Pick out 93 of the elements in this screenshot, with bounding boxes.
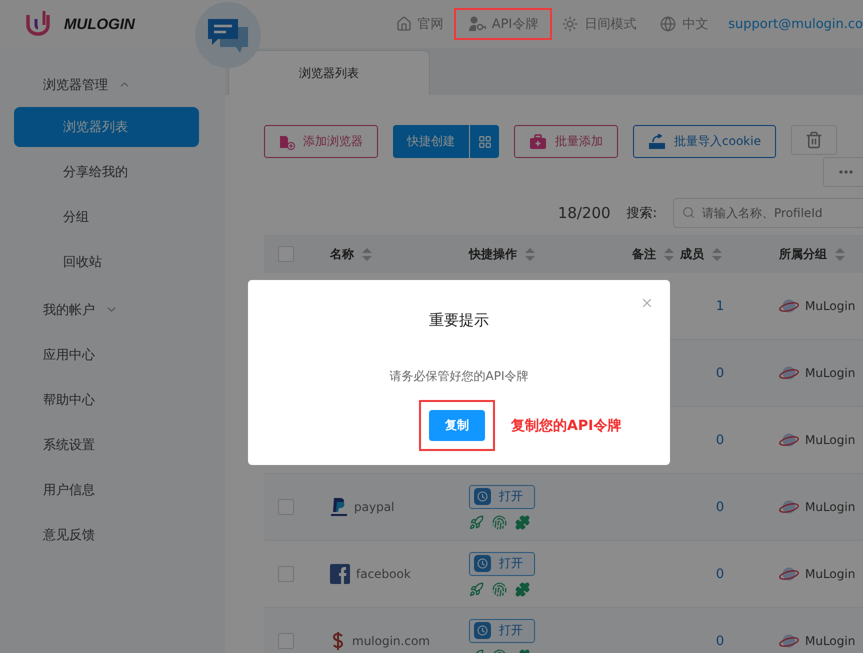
open-button[interactable]: 打开	[469, 552, 535, 576]
row-checkbox[interactable]	[278, 499, 294, 515]
dialog-title: 重要提示	[429, 311, 489, 330]
upload-box-icon	[648, 134, 666, 150]
grid-icon	[478, 134, 492, 148]
home-icon	[396, 16, 412, 32]
group-name: MuLogin	[805, 299, 856, 313]
nav-link[interactable]: 中文	[652, 9, 716, 39]
sidebar-item[interactable]: 浏览器管理	[0, 62, 225, 107]
copy-button[interactable]: 复制	[429, 410, 485, 441]
column-header: 快捷操作	[469, 246, 517, 262]
paypal-logo-icon	[330, 497, 348, 517]
sidebar-subitem[interactable]: 分享给我的	[14, 152, 199, 192]
sidebar-item[interactable]: 用户信息	[0, 467, 225, 512]
fingerprint-icon[interactable]	[492, 514, 507, 530]
sort-icon[interactable]	[835, 248, 845, 260]
sidebar-subitem[interactable]: 分组	[14, 197, 199, 237]
dollar-icon	[330, 631, 346, 651]
search-label: 搜索:	[626, 205, 657, 222]
member-count: 0	[714, 432, 726, 448]
sun-icon	[562, 16, 578, 32]
sort-icon[interactable]	[664, 248, 674, 260]
email-link[interactable]: support@mulogin.co	[728, 16, 863, 32]
profile-name: mulogin.com	[352, 634, 430, 648]
sidebar-item[interactable]: 意见反馈	[0, 512, 225, 557]
annotation-text: 复制您的API令牌	[511, 416, 622, 434]
quick-create-button[interactable]: 快捷创建	[393, 125, 469, 158]
tab[interactable]: 浏览器列表	[228, 50, 430, 95]
member-count: 1	[714, 298, 726, 314]
row-checkbox[interactable]	[278, 566, 294, 582]
toolbar-button[interactable]: 添加浏览器	[264, 125, 378, 158]
toolbar-button[interactable]: 批量添加	[514, 125, 618, 158]
column-header: 名称	[330, 246, 354, 262]
delete-button[interactable]	[790, 125, 837, 155]
member-count: 0	[714, 634, 726, 648]
sidebar-item[interactable]: 应用中心	[0, 332, 225, 377]
sort-icon[interactable]	[712, 248, 722, 260]
sidebar-item[interactable]: 我的帐户	[0, 287, 225, 332]
grid-button[interactable]	[469, 125, 499, 158]
puzzle-icon[interactable]	[515, 514, 530, 530]
column-header: 成员	[680, 246, 704, 262]
planet-icon	[779, 431, 799, 449]
close-button[interactable]	[640, 296, 654, 310]
member-count: 0	[714, 366, 726, 380]
more-button[interactable]	[822, 157, 863, 187]
medical-kit-icon	[529, 134, 547, 150]
globe-icon	[660, 16, 676, 32]
clock-icon	[474, 622, 491, 639]
facebook-logo-icon	[330, 564, 350, 584]
column-header: 所属分组	[779, 246, 827, 262]
planet-icon	[779, 297, 799, 315]
trash-icon	[804, 131, 823, 149]
group-name: MuLogin	[805, 500, 856, 514]
sidebar-item[interactable]: 帮助中心	[0, 377, 225, 422]
logo-text: MULOGIN	[64, 16, 135, 32]
planet-icon	[779, 632, 799, 650]
group-name: MuLogin	[805, 567, 856, 581]
profile-name: facebook	[356, 567, 411, 581]
group-name: MuLogin	[805, 433, 856, 447]
clock-icon	[474, 555, 491, 572]
row-checkbox[interactable]	[278, 633, 294, 649]
sidebar-subitem[interactable]: 浏览器列表	[14, 107, 199, 147]
column-header: 备注	[632, 246, 656, 262]
nav-link[interactable]: 官网	[388, 9, 452, 39]
planet-icon	[779, 565, 799, 583]
member-count: 0	[714, 566, 726, 582]
puzzle-icon[interactable]	[515, 582, 530, 596]
toolbar-button[interactable]: 批量导入cookie	[633, 125, 776, 158]
rocket-icon[interactable]	[469, 582, 484, 596]
fingerprint-icon[interactable]	[492, 582, 507, 596]
user-key-icon	[468, 16, 486, 32]
sort-icon[interactable]	[362, 248, 372, 260]
search-icon	[682, 206, 695, 219]
profile-name: paypal	[354, 500, 394, 514]
search-field[interactable]: 请输入名称、ProfileId	[673, 198, 863, 228]
planet-icon	[779, 364, 799, 382]
open-button[interactable]: 打开	[469, 618, 535, 642]
sidebar-item[interactable]: 系统设置	[0, 422, 225, 467]
open-button[interactable]: 打开	[469, 484, 535, 508]
group-name: MuLogin	[805, 366, 856, 380]
dialog-message: 请务必保管好您的API令牌	[390, 368, 528, 385]
sort-icon[interactable]	[525, 248, 535, 260]
group-name: MuLogin	[805, 634, 856, 648]
folder-plus-icon	[279, 134, 295, 150]
profile-count: 18/200	[558, 204, 611, 222]
more-icon	[838, 170, 853, 174]
select-all-checkbox[interactable]	[278, 246, 294, 262]
rocket-icon[interactable]	[469, 514, 484, 530]
member-count: 0	[714, 500, 726, 514]
planet-icon	[779, 498, 799, 516]
clock-icon	[474, 488, 491, 505]
sidebar-subitem[interactable]: 回收站	[14, 242, 199, 282]
nav-link[interactable]: 日间模式	[554, 9, 644, 39]
